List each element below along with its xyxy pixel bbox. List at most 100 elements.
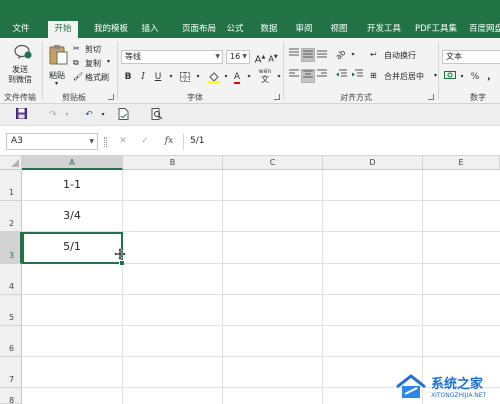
- undo-button[interactable]: ↶: [82, 108, 96, 122]
- align-middle-button[interactable]: [301, 48, 315, 62]
- tab-file[interactable]: 文件: [6, 21, 36, 38]
- row-header-1[interactable]: 1: [0, 170, 22, 201]
- group-divider: [283, 42, 284, 100]
- quick-access-toolbar: ↷ ▾ ↶ ▾: [0, 104, 500, 126]
- tab-my-templates[interactable]: 我的模板: [86, 21, 136, 38]
- cancel-entry-button[interactable]: ✕: [116, 134, 130, 148]
- cut-label: 剪切: [85, 45, 101, 54]
- group-label-file-transfer: 文件传输: [4, 93, 36, 102]
- column-header-c[interactable]: C: [223, 156, 323, 170]
- tab-data[interactable]: 数据: [256, 21, 282, 38]
- accounting-dropdown-arrow[interactable]: ▾: [455, 70, 469, 84]
- redo-dropdown-arrow[interactable]: ▾: [60, 108, 74, 122]
- excel-window: 文件 开始 我的模板 插入 页面布局 公式 数据 审阅 视图 开发工具 PDF工…: [0, 0, 500, 404]
- column-header-a[interactable]: A: [22, 156, 123, 170]
- tab-developer[interactable]: 开发工具: [362, 21, 406, 38]
- number-format-select[interactable]: 文本: [442, 50, 500, 64]
- tab-review[interactable]: 审阅: [291, 21, 317, 38]
- orientation-dropdown-arrow[interactable]: ▾: [346, 48, 360, 62]
- underline-button[interactable]: U: [151, 70, 165, 84]
- tab-page-layout[interactable]: 页面布局: [174, 21, 224, 38]
- gridline: [122, 170, 123, 404]
- align-bottom-button[interactable]: [315, 48, 329, 62]
- row-header-5[interactable]: 5: [0, 295, 22, 326]
- gridline: [22, 356, 500, 357]
- row-header-6[interactable]: 6: [0, 326, 22, 357]
- wrap-text-button[interactable]: ↩ 自动换行: [370, 48, 440, 62]
- comma-style-button[interactable]: ,: [482, 70, 496, 84]
- tab-home[interactable]: 开始: [48, 21, 78, 38]
- align-right-button[interactable]: [315, 69, 329, 83]
- borders-button[interactable]: [178, 70, 192, 84]
- tab-baidu-netdisk[interactable]: 百度网盘: [466, 21, 500, 38]
- merge-dropdown-arrow: ▾: [434, 72, 438, 79]
- font-size-value: 16: [230, 52, 241, 61]
- watermark-title: 系统之家: [431, 377, 484, 392]
- paste-dropdown-arrow: ▾: [55, 80, 59, 87]
- redo-button[interactable]: ↷: [46, 108, 60, 122]
- undo-icon: ↶: [85, 110, 93, 120]
- zoom-preview-button[interactable]: [150, 108, 164, 122]
- alignment-launcher-icon[interactable]: [428, 94, 434, 100]
- align-left-button[interactable]: [287, 69, 301, 83]
- formula-input[interactable]: 5/1: [183, 133, 500, 150]
- row-header-7[interactable]: 7: [0, 357, 22, 388]
- clipboard-launcher-icon[interactable]: [108, 94, 114, 100]
- cell-a2[interactable]: 3/4: [22, 201, 122, 232]
- borders-dropdown-arrow[interactable]: ▾: [191, 70, 205, 84]
- increase-indent-button[interactable]: [350, 69, 364, 83]
- italic-button[interactable]: I: [136, 70, 150, 84]
- merge-icon: ⊞: [370, 71, 377, 80]
- copy-button[interactable]: ⧉ 复制 ▾: [73, 58, 115, 70]
- group-divider: [117, 42, 118, 100]
- tab-formulas[interactable]: 公式: [222, 21, 248, 38]
- underline-dropdown-arrow[interactable]: ▾: [164, 70, 178, 84]
- row-header-4[interactable]: 4: [0, 264, 22, 295]
- decrease-font-size-button[interactable]: A▼: [266, 50, 280, 64]
- wrap-text-icon: ↩: [370, 50, 377, 59]
- column-header-d[interactable]: D: [323, 156, 423, 170]
- decrease-indent-button[interactable]: [334, 69, 348, 83]
- undo-dropdown-arrow[interactable]: ▾: [96, 108, 110, 122]
- format-painter-label: 格式刷: [85, 73, 109, 82]
- row-header-8[interactable]: 8: [0, 388, 22, 404]
- percent-style-button[interactable]: %: [468, 70, 482, 84]
- enter-entry-button[interactable]: ✓: [138, 134, 152, 148]
- wrap-text-label: 自动换行: [384, 51, 416, 60]
- worksheet-grid[interactable]: A B C D E 1 2 3 4 5 6 7 8 1-1 3/4 5/1: [0, 156, 500, 404]
- increase-font-size-button[interactable]: A▲: [253, 50, 267, 65]
- merge-center-button[interactable]: ⊞ 合并后居中 ▾: [370, 69, 442, 83]
- group-label-alignment: 对齐方式: [340, 93, 372, 102]
- font-size-select[interactable]: 16 ▼: [226, 50, 250, 64]
- print-preview-button[interactable]: [116, 108, 130, 122]
- paste-button[interactable]: 粘贴 ▾: [46, 44, 70, 88]
- font-color-icon: A: [233, 72, 241, 84]
- column-header-e[interactable]: E: [423, 156, 500, 170]
- formula-bar-drag-handle[interactable]: [104, 137, 107, 147]
- row-header-3[interactable]: 3: [0, 232, 22, 264]
- formula-bar: A3 ▼ ✕ ✓ fx 5/1: [0, 126, 500, 156]
- font-name-select[interactable]: 等线 ▼: [121, 50, 223, 64]
- fill-handle[interactable]: [119, 260, 125, 266]
- cut-button[interactable]: ✂ 剪切: [73, 44, 113, 56]
- save-button[interactable]: [14, 108, 28, 122]
- font-launcher-icon[interactable]: [274, 94, 280, 100]
- group-divider: [42, 42, 43, 100]
- copy-label: 复制: [85, 59, 101, 68]
- font-color-dropdown-arrow[interactable]: ▾: [242, 70, 256, 84]
- insert-function-button[interactable]: fx: [162, 134, 176, 148]
- send-to-wechat-button[interactable]: 发送 到微信: [8, 44, 38, 88]
- format-painter-button[interactable]: 🖌 格式刷: [73, 72, 115, 84]
- align-top-button[interactable]: [287, 48, 301, 62]
- align-center-button[interactable]: [301, 69, 315, 83]
- merge-center-label: 合并后居中: [384, 72, 424, 81]
- cell-a1[interactable]: 1-1: [22, 170, 122, 201]
- row-header-2[interactable]: 2: [0, 201, 22, 232]
- select-all-corner[interactable]: [0, 156, 22, 170]
- tab-pdf-tools[interactable]: PDF工具集: [414, 21, 458, 38]
- column-header-b[interactable]: B: [123, 156, 223, 170]
- tab-insert[interactable]: 插入: [138, 21, 162, 38]
- tab-view[interactable]: 视图: [326, 21, 352, 38]
- bold-button[interactable]: B: [121, 70, 135, 84]
- name-box[interactable]: A3 ▼: [6, 133, 98, 150]
